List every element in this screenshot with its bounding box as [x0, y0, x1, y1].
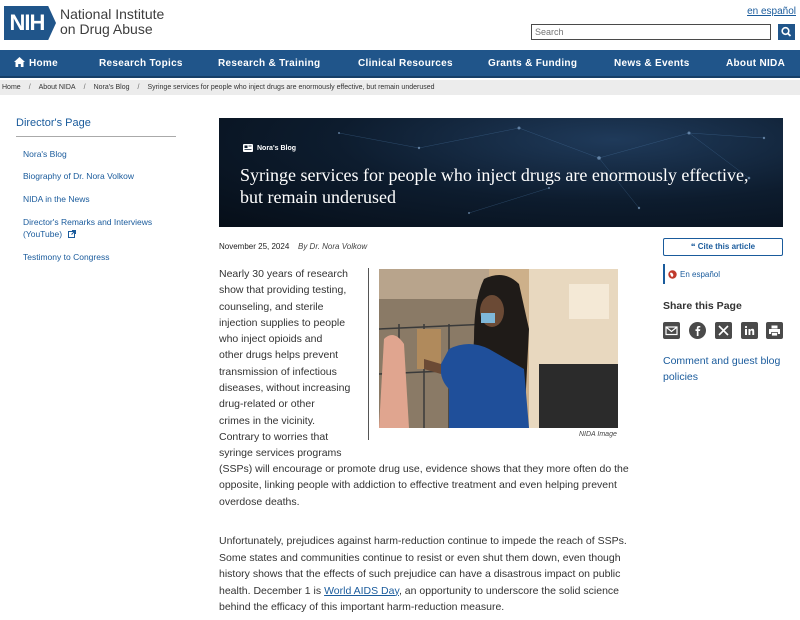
paragraph-line: Contrary to worries that	[219, 430, 329, 443]
page-title: Syringe services for people who inject d…	[240, 165, 749, 207]
paragraph-line: show that providing testing,	[219, 284, 347, 297]
paragraph-line: counseling, and sterile	[219, 300, 324, 313]
blog-icon	[243, 144, 253, 152]
sidebar-item-remarks-label: Director's Remarks and Interviews	[23, 217, 153, 227]
article-photo	[379, 269, 618, 428]
print-icon	[769, 325, 780, 337]
sidebar-item-biography[interactable]: Biography of Dr. Nora Volkow	[23, 170, 134, 182]
x-share-button[interactable]	[715, 322, 732, 339]
article-author: By Dr. Nora Volkow	[298, 242, 368, 251]
org-name-line1: National Institute	[60, 6, 165, 22]
home-icon	[14, 57, 25, 67]
article-paragraph-2: Unfortunately, prejudices against harm-r…	[219, 533, 639, 616]
image-divider-line	[368, 268, 369, 440]
paragraph-line: injection supplies to people	[219, 316, 346, 329]
blog-badge-label: Nora's Blog	[257, 144, 297, 152]
breadcrumb-about-nida[interactable]: About NIDA	[39, 84, 76, 91]
breadcrumb-current: Syringe services for people who inject d…	[147, 84, 435, 91]
site-header: NIH National Institute on Drug Abuse en …	[0, 0, 800, 49]
breadcrumb-home[interactable]: Home	[2, 84, 21, 91]
email-icon	[665, 326, 678, 336]
blog-badge: Nora's Blog	[243, 144, 296, 152]
email-share-button[interactable]	[663, 322, 680, 339]
article-date: November 25, 2024	[219, 242, 290, 251]
x-icon	[718, 325, 729, 336]
cite-article-button[interactable]: ❝ Cite this article	[663, 238, 783, 256]
paragraph-line: who inject opioids and	[219, 333, 323, 346]
sidebar-item-remarks[interactable]: Director's Remarks and Interviews (YouTu…	[23, 216, 152, 240]
nav-grants-funding[interactable]: Grants & Funding	[488, 50, 577, 78]
nav-research-training[interactable]: Research & Training	[218, 50, 320, 78]
search-input[interactable]	[531, 24, 771, 40]
facebook-icon	[695, 326, 701, 336]
paragraph-line: syringe services programs	[219, 447, 342, 460]
nav-about-nida[interactable]: About NIDA	[726, 50, 785, 78]
nav-home[interactable]: Home	[14, 50, 58, 78]
sidebar-item-remarks-youtube: (YouTube)	[23, 229, 63, 239]
article-paragraph-1-continued: (SSPs) will encourage or promote drug us…	[219, 463, 629, 508]
nav-clinical-resources[interactable]: Clinical Resources	[358, 50, 453, 78]
search-icon	[781, 26, 792, 37]
nav-news-events[interactable]: News & Events	[614, 50, 690, 78]
hero-banner: Nora's Blog Syringe services for people …	[219, 118, 783, 227]
linkedin-share-button[interactable]	[741, 322, 758, 339]
nav-home-label: Home	[29, 58, 58, 69]
paragraph-line: diseases, without increasing	[219, 382, 351, 395]
article-paragraph-1: Nearly 30 years of research show that pr…	[219, 266, 364, 462]
nih-logo[interactable]: NIH	[4, 6, 56, 40]
image-caption: NIDA Image	[579, 431, 617, 438]
paragraph-line: transmission of infectious	[219, 365, 337, 378]
external-link-icon	[68, 230, 77, 238]
print-share-button[interactable]	[766, 322, 783, 339]
main-nav: Home Research Topics Research & Training…	[0, 50, 800, 78]
share-title: Share this Page	[663, 300, 742, 312]
sidebar-item-noras-blog[interactable]: Nora's Blog	[23, 148, 67, 160]
nav-research-topics[interactable]: Research Topics	[99, 50, 183, 78]
sidebar-item-nida-in-news[interactable]: NIDA in the News	[23, 193, 90, 205]
world-aids-day-link[interactable]: World AIDS Day	[324, 585, 399, 597]
org-name-line2: on Drug Abuse	[60, 21, 153, 37]
sidebar-title[interactable]: Director's Page	[16, 117, 91, 129]
spanish-version-label: En español	[680, 270, 721, 279]
org-name[interactable]: National Institute on Drug Abuse	[60, 7, 164, 37]
paragraph-line: other drugs helps prevent	[219, 349, 339, 362]
breadcrumb-noras-blog[interactable]: Nora's Blog	[94, 84, 130, 91]
paragraph-line: Nearly 30 years of research	[219, 268, 348, 280]
paragraph-line: crimes in the vicinity.	[219, 414, 316, 427]
search-button[interactable]	[778, 24, 795, 40]
globe-icon	[668, 270, 677, 279]
sidebar-divider	[16, 136, 176, 137]
facebook-share-button[interactable]	[689, 322, 706, 339]
article-photo-illustration	[379, 269, 618, 428]
comment-policy-link[interactable]: Comment and guest blog policies	[663, 353, 793, 385]
sidebar-item-testimony[interactable]: Testimony to Congress	[23, 251, 109, 263]
breadcrumb: Home / About NIDA / Nora's Blog / Syringe serv…	[0, 80, 800, 95]
cite-article-label: Cite this article	[697, 242, 756, 251]
spanish-language-link[interactable]: en español	[747, 6, 796, 17]
paragraph-line: drug-related or other	[219, 398, 315, 411]
spanish-version-link[interactable]: En español	[668, 270, 720, 279]
quote-icon: ❝	[690, 242, 696, 251]
linkedin-icon	[744, 325, 755, 335]
